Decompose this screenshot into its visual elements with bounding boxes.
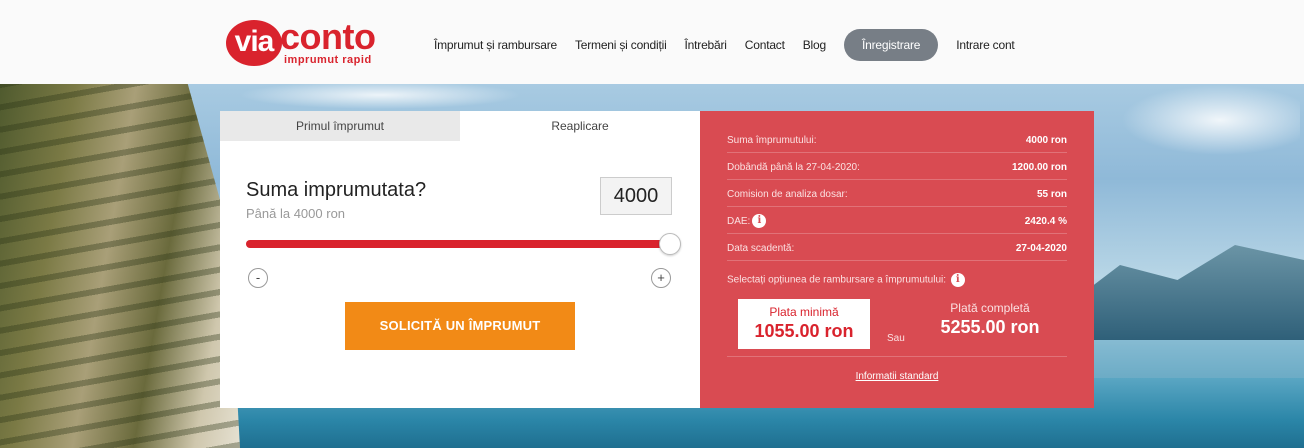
summary-row: Dobândă până la 27-04-2020: 1200.00 ron [727,156,1067,180]
summary-row: Suma împrumutului: 4000 ron [727,129,1067,153]
site-logo[interactable]: via conto imprumut rapid [226,16,386,70]
summary-row: Comision de analiza dosar: 55 ron [727,183,1067,207]
full-payment-title: Plată completă [950,301,1030,315]
summary-row-value: 55 ron [1036,189,1067,200]
decrease-button[interactable]: - [248,268,268,288]
nav-item-contact[interactable]: Contact [745,38,785,52]
full-payment-value: 5255.00 ron [940,317,1040,337]
min-payment-title: Plata minimă [769,305,839,319]
summary-divider [727,356,1067,357]
summary-row-label: DAE: [727,216,751,227]
summary-row-value: 2420.4 % [1024,216,1067,227]
summary-row-dae: DAE: i 2420.4 % [727,210,1067,234]
nav-item-termeni[interactable]: Termeni și condiții [575,38,667,52]
info-icon[interactable]: i [752,214,767,229]
main-nav: Împrumut și rambursare Termeni și condiț… [434,29,1033,61]
logo-tagline: imprumut rapid [284,54,372,66]
or-label: Sau [887,333,905,344]
logo-wordmark: conto [280,16,376,57]
amount-question: Suma imprumutata? [246,179,427,201]
nav-item-imprumut[interactable]: Împrumut și rambursare [434,38,557,52]
standard-info-link[interactable]: Informatii standard [700,371,1094,382]
amount-limit: Până la 4000 ron [246,206,346,221]
summary-row: Data scadentă: 27-04-2020 [727,237,1067,261]
min-payment-value: 1055.00 ron [754,321,854,341]
loan-summary: Suma împrumutului: 4000 ron Dobândă până… [700,111,1094,408]
nav-item-blog[interactable]: Blog [803,38,826,52]
summary-row-label: Suma împrumutului: [727,135,817,146]
info-icon[interactable]: i [950,273,965,287]
summary-row-label: Comision de analiza dosar: [727,189,848,200]
summary-row-label: Dobândă până la 27-04-2020: [727,162,860,173]
amount-slider-fill [246,240,674,248]
summary-row-label: Data scadentă: [727,243,795,254]
summary-row-value: 27-04-2020 [1015,243,1067,254]
increase-button[interactable]: + [651,268,671,288]
summary-row-value: 4000 ron [1025,135,1067,146]
min-payment-option[interactable]: Plata minimă 1055.00 ron [738,299,870,349]
request-loan-button[interactable]: SOLICITĂ UN ÎMPRUMUT [345,302,575,350]
loan-tabs: Primul împrumut Reaplicare [220,111,700,141]
amount-input[interactable]: 4000 [600,177,672,215]
summary-row-value: 1200.00 ron [1011,162,1067,173]
site-header: via conto imprumut rapid Împrumut și ram… [0,0,1304,84]
tab-primul-imprumut[interactable]: Primul împrumut [220,111,460,141]
loan-calculator: Primul împrumut Reaplicare Suma imprumut… [220,111,700,408]
logo-badge: via [226,20,282,66]
clouds-decoration [230,80,700,110]
full-payment-option[interactable]: Plată completă 5255.00 ron [930,301,1050,338]
amount-slider-track[interactable] [246,240,674,248]
register-button[interactable]: Înregistrare [843,29,939,61]
nav-item-intrebari[interactable]: Întrebări [685,38,727,52]
repayment-option-label: Selectați opțiunea de rambursare a împru… [727,273,965,287]
login-link[interactable]: Intrare cont [956,38,1015,52]
tab-reaplicare[interactable]: Reaplicare [460,111,700,141]
amount-slider-handle[interactable] [659,233,681,255]
